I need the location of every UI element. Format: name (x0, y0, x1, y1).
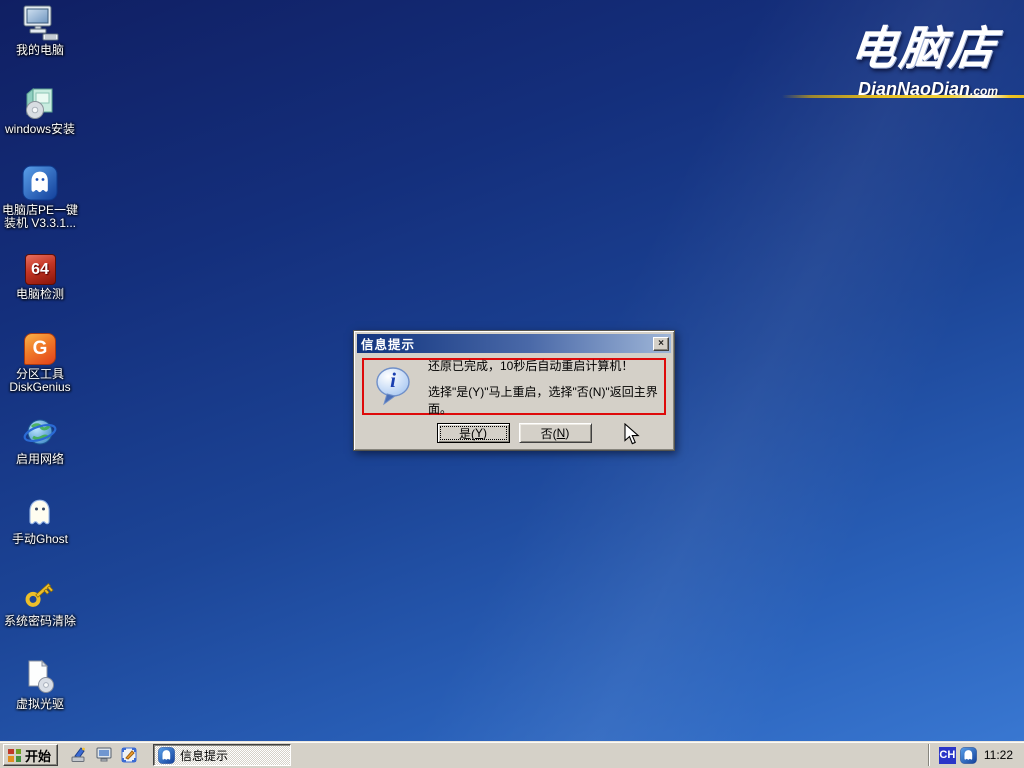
start-button[interactable]: 开始 (3, 744, 58, 766)
dialog-titlebar[interactable]: 信息提示 × (357, 334, 671, 353)
show-desktop-icon[interactable] (94, 745, 114, 765)
desktop-icon-virtual-cdrom[interactable]: 虚拟光驱 (1, 657, 79, 711)
brand-logo: 电脑店 DianNaoDian.com (851, 12, 998, 100)
pc-check-64-icon: 64 (1, 247, 79, 285)
desktop-icon-my-computer[interactable]: 我的电脑 (1, 3, 79, 57)
brand-logo-text: 电脑店 (848, 12, 1002, 78)
clock[interactable]: 11:22 (981, 748, 1016, 762)
brand-underline (782, 95, 1024, 98)
desktop-icon-pe-onekey-install[interactable]: 电脑店PE一键装机 V3.3.1... (1, 163, 79, 230)
icon-label: 系统密码清除 (1, 615, 79, 628)
taskbar: 开始 (0, 741, 1024, 768)
desktop-icon-partition-tool[interactable]: G 分区工具DiskGenius (1, 327, 79, 394)
icon-label: 电脑店PE一键装机 V3.3.1... (1, 204, 79, 230)
ghost-app-icon (1, 163, 79, 201)
icon-label: windows安装 (1, 123, 79, 136)
display-properties-icon[interactable] (119, 745, 139, 765)
icon-label: 电脑检测 (1, 288, 79, 301)
icon-label: 虚拟光驱 (1, 698, 79, 711)
key-icon (1, 574, 79, 612)
installer-box-cd-icon (1, 82, 79, 120)
desktop-icon-enable-network[interactable]: 启用网络 (1, 412, 79, 466)
diskgenius-icon: G (1, 327, 79, 365)
ghost-task-icon (158, 747, 175, 764)
yes-button[interactable]: 是(Y) (437, 423, 510, 443)
desktop-icon-pc-check[interactable]: 64 电脑检测 (1, 247, 79, 301)
cleanup-brush-icon[interactable] (69, 745, 89, 765)
icon-label: 启用网络 (1, 453, 79, 466)
mouse-cursor-icon (624, 423, 640, 451)
system-tray: CH 11:22 (930, 744, 1021, 766)
message-line-1: 还原已完成，10秒后自动重启计算机！ (428, 357, 664, 374)
desktop-icon-password-clear[interactable]: 系统密码清除 (1, 574, 79, 628)
desktop: 电脑店 DianNaoDian.com 我的电脑 (0, 0, 1024, 768)
dialog-message: 还原已完成，10秒后自动重启计算机！ 选择"是(Y)"马上重启，选择"否(N)"… (428, 357, 664, 417)
icon-label: 手动Ghost (1, 533, 79, 546)
ghost-tray-icon[interactable] (960, 747, 977, 764)
alert-message-box: i 还原已完成，10秒后自动重启计算机！ 选择"是(Y)"马上重启，选择"否(N… (362, 358, 666, 415)
document-cd-icon (1, 657, 79, 695)
icon-label: 我的电脑 (1, 44, 79, 57)
message-line-2: 选择"是(Y)"马上重启，选择"否(N)"返回主界面。 (428, 383, 664, 417)
icon-label: 分区工具DiskGenius (1, 368, 79, 394)
no-button[interactable]: 否(N) (519, 423, 592, 443)
language-indicator[interactable]: CH (939, 747, 956, 764)
desktop-icon-windows-install[interactable]: windows安装 (1, 82, 79, 136)
info-balloon-icon: i (374, 366, 412, 408)
start-logo-icon (8, 749, 21, 762)
desktop-icon-manual-ghost[interactable]: 手动Ghost (1, 492, 79, 546)
dialog-title: 信息提示 (361, 334, 653, 353)
my-computer-icon (1, 3, 79, 41)
network-globe-icon (1, 412, 79, 450)
taskbar-task-info-dialog[interactable]: 信息提示 (153, 744, 291, 766)
quick-launch (69, 745, 139, 765)
ghost-icon (1, 492, 79, 530)
close-icon[interactable]: × (653, 337, 669, 351)
